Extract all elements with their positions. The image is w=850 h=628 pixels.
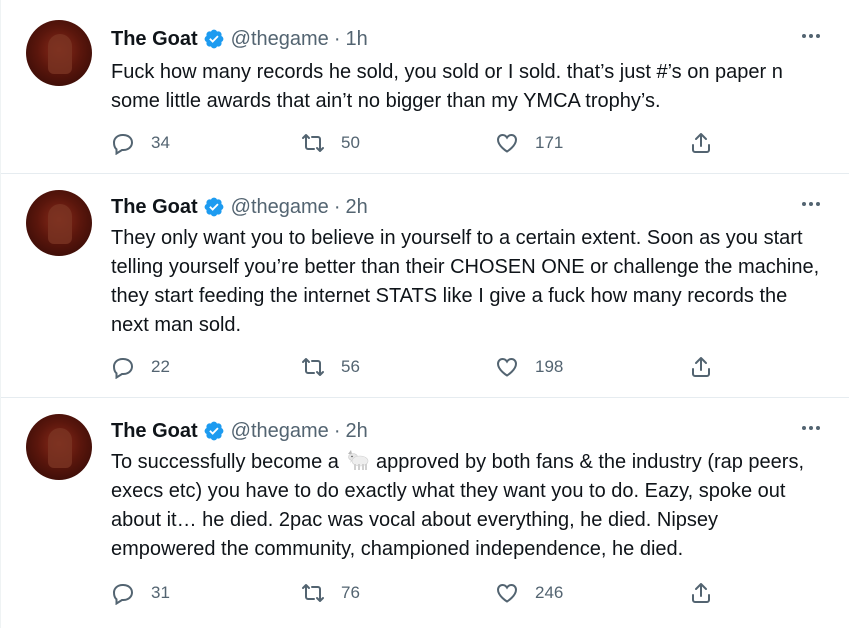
verified-badge-icon: [203, 28, 225, 50]
share-icon: [692, 133, 710, 153]
tweet-feed: The Goat @thegame · 1h Fuck how many rec…: [0, 0, 850, 628]
tweet[interactable]: The Goat @thegame · 2h They only want yo…: [1, 174, 849, 398]
goat-emoji-icon: [344, 448, 370, 472]
tweet[interactable]: The Goat @thegame · 2h To successfully b…: [1, 398, 849, 628]
separator-dot: ·: [333, 419, 341, 442]
user-handle[interactable]: @thegame: [231, 28, 329, 51]
tweet-actions: 34 50 171: [111, 128, 721, 158]
like-count: 171: [535, 133, 564, 152]
retweet-icon: [302, 134, 324, 152]
tweet-actions: 31 76 246: [111, 578, 721, 608]
reply-icon: [112, 358, 134, 379]
avatar[interactable]: [26, 414, 92, 480]
tweet-text: Fuck how many records he sold, you sold …: [111, 58, 815, 116]
timestamp[interactable]: 1h: [345, 28, 367, 51]
reply-button[interactable]: 22: [111, 352, 170, 382]
share-icon: [692, 583, 710, 603]
reply-button[interactable]: 34: [111, 128, 170, 158]
display-name[interactable]: The Goat: [111, 28, 198, 51]
retweet-button[interactable]: 76: [301, 578, 360, 608]
share-icon: [692, 357, 710, 377]
reply-icon: [112, 584, 134, 605]
more-options-icon[interactable]: [796, 416, 826, 440]
separator-dot: ·: [333, 195, 341, 218]
reply-icon: [112, 134, 134, 155]
timestamp[interactable]: 2h: [345, 420, 367, 443]
retweet-count: 56: [341, 357, 360, 376]
tweet-text-content: Fuck how many records he sold, you sold …: [111, 61, 789, 112]
like-button[interactable]: 171: [495, 128, 563, 158]
like-icon: [496, 133, 518, 153]
retweet-icon: [302, 358, 324, 376]
tweet[interactable]: The Goat @thegame · 1h Fuck how many rec…: [1, 0, 849, 174]
avatar[interactable]: [26, 190, 92, 256]
avatar[interactable]: [26, 20, 92, 86]
like-count: 198: [535, 357, 564, 376]
display-name[interactable]: The Goat: [111, 420, 198, 443]
retweet-icon: [302, 584, 324, 602]
tweet-text: They only want you to believe in yoursel…: [111, 224, 823, 340]
separator-dot: ·: [333, 27, 341, 50]
verified-badge-icon: [203, 196, 225, 218]
share-button[interactable]: [689, 352, 713, 382]
reply-count: 22: [151, 357, 170, 376]
share-button[interactable]: [689, 128, 713, 158]
like-button[interactable]: 246: [495, 578, 563, 608]
timestamp[interactable]: 2h: [345, 196, 367, 219]
tweet-header: The Goat @thegame · 1h: [111, 24, 368, 54]
user-handle[interactable]: @thegame: [231, 196, 329, 219]
more-options-icon[interactable]: [796, 192, 826, 216]
tweet-text-before: To successfully become a: [111, 451, 345, 473]
like-button[interactable]: 198: [495, 352, 563, 382]
like-icon: [496, 357, 518, 377]
retweet-count: 76: [341, 583, 360, 602]
tweet-text-content: They only want you to believe in yoursel…: [111, 227, 825, 336]
tweet-header: The Goat @thegame · 2h: [111, 192, 368, 222]
more-options-icon[interactable]: [796, 24, 826, 48]
retweet-button[interactable]: 56: [301, 352, 360, 382]
retweet-count: 50: [341, 133, 360, 152]
display-name[interactable]: The Goat: [111, 196, 198, 219]
reply-count: 34: [151, 133, 170, 152]
tweet-text: To successfully become a approved by bot…: [111, 448, 811, 564]
reply-count: 31: [151, 583, 170, 602]
reply-button[interactable]: 31: [111, 578, 170, 608]
like-count: 246: [535, 583, 564, 602]
tweet-header: The Goat @thegame · 2h: [111, 416, 368, 446]
verified-badge-icon: [203, 420, 225, 442]
retweet-button[interactable]: 50: [301, 128, 360, 158]
tweet-actions: 22 56 198: [111, 352, 721, 382]
share-button[interactable]: [689, 578, 713, 608]
like-icon: [496, 583, 518, 603]
user-handle[interactable]: @thegame: [231, 420, 329, 443]
